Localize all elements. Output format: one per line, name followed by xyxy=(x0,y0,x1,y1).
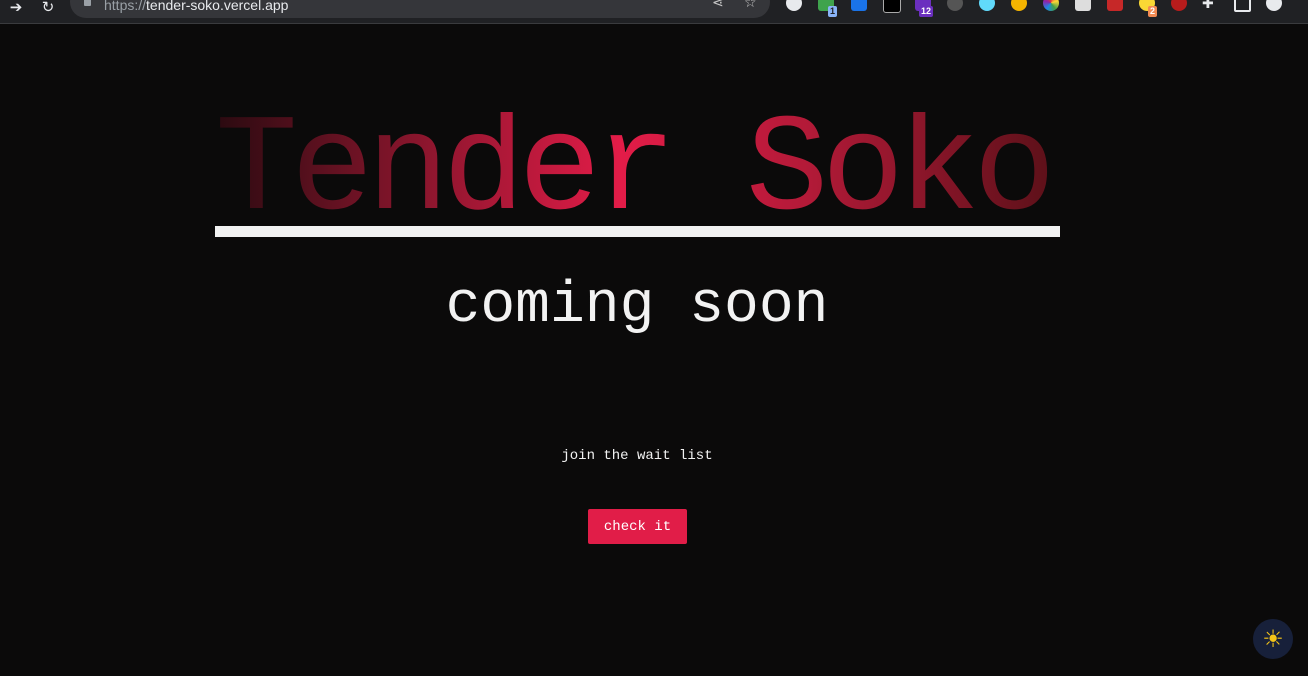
color-picker-icon[interactable] xyxy=(1043,0,1059,11)
extension-red-icon[interactable] xyxy=(1107,0,1123,11)
extension-notes-icon[interactable] xyxy=(1075,0,1091,11)
extensions-puzzle-icon[interactable]: ✚ xyxy=(1202,0,1214,12)
check-it-button[interactable]: check it xyxy=(588,509,687,544)
lock-icon xyxy=(84,0,91,6)
reload-icon[interactable]: ↻ xyxy=(37,0,59,18)
bookmark-star-icon[interactable]: ☆ xyxy=(744,0,757,11)
share-icon[interactable]: ⋖ xyxy=(712,0,724,11)
react-devtools-icon[interactable] xyxy=(979,0,995,11)
extension-bug-icon[interactable] xyxy=(1171,0,1187,11)
forward-icon[interactable]: ➔ xyxy=(5,0,27,18)
coming-soon-heading: coming soon xyxy=(445,274,829,339)
profile-avatar-icon[interactable] xyxy=(1266,0,1282,11)
url-text[interactable]: https://tender-soko.vercel.app xyxy=(104,0,288,13)
extension-circle-icon[interactable] xyxy=(786,0,802,11)
extension-shield-icon[interactable] xyxy=(851,0,867,11)
extension-chrome-icon[interactable] xyxy=(1011,0,1027,11)
url-scheme: https:// xyxy=(104,0,147,13)
theme-toggle-button[interactable]: ☀ xyxy=(1253,619,1293,659)
extension-badge: 12 xyxy=(919,6,934,17)
address-bar[interactable]: https://tender-soko.vercel.app ⋖ ☆ xyxy=(70,0,770,18)
extension-badge: 2 xyxy=(1148,6,1158,17)
sun-icon: ☀ xyxy=(1262,625,1284,653)
browser-toolbar: ➔ ↻ https://tender-soko.vercel.app ⋖ ☆ 1… xyxy=(0,0,1308,24)
extension-cube-icon[interactable] xyxy=(883,0,901,13)
side-panel-icon[interactable] xyxy=(1234,0,1251,12)
url-host: tender-soko.vercel.app xyxy=(146,0,289,13)
title-underline xyxy=(215,226,1060,237)
page-title: Tender Soko xyxy=(215,103,1060,241)
extension-b-icon[interactable] xyxy=(947,0,963,11)
extension-badge: 1 xyxy=(828,6,838,17)
waitlist-text: join the wait list xyxy=(561,448,713,464)
